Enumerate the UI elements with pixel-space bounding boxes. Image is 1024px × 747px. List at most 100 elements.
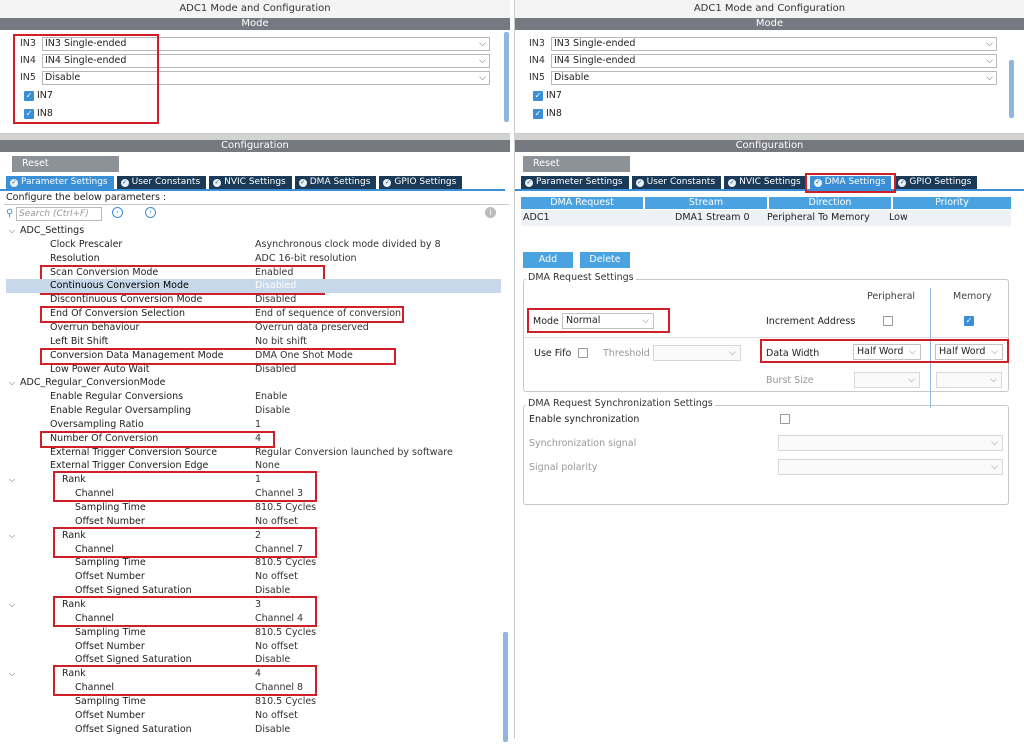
sync-signal-select[interactable]: ⌵ bbox=[778, 435, 1003, 451]
table-row[interactable]: ADC1 DMA1 Stream 0 Peripheral To Memory … bbox=[521, 210, 1011, 226]
parameter-row[interactable]: Enable Regular Oversampling Disable bbox=[0, 404, 505, 418]
peripheral-increment-checkbox[interactable] bbox=[883, 316, 893, 326]
add-button[interactable]: Add bbox=[523, 252, 573, 268]
parameter-row[interactable]: Sampling Time 810.5 Cycles bbox=[0, 626, 505, 640]
column-header[interactable]: Direction bbox=[769, 197, 891, 209]
parameter-row[interactable]: Sampling Time 810.5 Cycles bbox=[0, 501, 505, 515]
chevron-down-icon[interactable]: ⌵ bbox=[9, 473, 15, 487]
tab-nvic-settings[interactable]: ✓ NVIC Settings bbox=[209, 176, 292, 189]
tab-dma-settings[interactable]: ✓ DMA Settings bbox=[294, 176, 377, 189]
parameter-label: Sampling Time bbox=[75, 626, 146, 638]
check-circle-icon: ✓ bbox=[525, 179, 533, 187]
tab-label: GPIO Settings bbox=[909, 177, 972, 187]
parameter-row[interactable]: Continuous Conversion Mode Disabled bbox=[0, 279, 505, 293]
peripheral-burst-select[interactable]: ⌵ bbox=[854, 372, 920, 388]
parameter-value: 810.5 Cycles bbox=[255, 626, 317, 638]
parameter-value: Disable bbox=[255, 723, 291, 735]
column-header[interactable]: Stream bbox=[645, 197, 767, 209]
parameter-value: Channel 7 bbox=[255, 543, 304, 555]
parameter-value: No offset bbox=[255, 571, 298, 583]
enable-sync-label: Enable synchronization bbox=[529, 414, 640, 425]
select-value: Disable bbox=[554, 71, 590, 83]
mode-scrollbar[interactable] bbox=[1009, 60, 1014, 118]
tab-nvic-settings[interactable]: ✓ NVIC Settings bbox=[724, 176, 807, 189]
chevron-down-icon[interactable]: ⌵ bbox=[9, 598, 15, 612]
check-circle-icon: ✓ bbox=[898, 179, 907, 187]
parameter-row[interactable]: External Trigger Conversion Source Regula… bbox=[0, 446, 505, 460]
parameter-label: Offset Signed Saturation bbox=[75, 723, 192, 735]
memory-increment-checkbox[interactable]: ✓ bbox=[964, 316, 974, 326]
select-value: IN3 Single-ended bbox=[554, 37, 636, 49]
tab-user-constants[interactable]: ✓ User Constants bbox=[116, 176, 207, 189]
parameter-row[interactable]: Offset Signed Saturation Disable bbox=[0, 723, 505, 737]
tab-parameter-settings[interactable]: ✓ Parameter Settings bbox=[521, 176, 629, 189]
search-input[interactable]: Search (Ctrl+F) bbox=[16, 207, 102, 221]
mode-scrollbar[interactable] bbox=[504, 32, 509, 122]
enable-sync-checkbox[interactable] bbox=[780, 414, 790, 424]
parameter-label: Low Power Auto Wait bbox=[50, 363, 150, 375]
parameter-row[interactable]: Channel Channel 8 bbox=[0, 681, 505, 695]
parameter-label: ADC_Regular_ConversionMode bbox=[20, 377, 166, 389]
parameter-label: Channel bbox=[75, 612, 115, 624]
left-panel: ADC1 Mode and Configuration Mode IN3 IN3… bbox=[0, 0, 510, 742]
signal-polarity-label: Signal polarity bbox=[529, 462, 598, 473]
parameter-row[interactable]: Channel Channel 7 bbox=[0, 543, 505, 557]
parameter-row[interactable]: Offset Number No offset bbox=[0, 709, 505, 723]
threshold-select[interactable]: ⌵ bbox=[653, 345, 741, 361]
tab-underline bbox=[0, 189, 505, 191]
parameter-label: Enable Regular Conversions bbox=[50, 391, 184, 403]
in8-checkbox-row[interactable]: ✓ IN8 bbox=[533, 108, 562, 119]
check-circle-icon: ✓ bbox=[120, 179, 129, 187]
column-header[interactable]: Priority bbox=[893, 197, 1011, 209]
config-scrollbar[interactable] bbox=[503, 632, 508, 742]
in3-select[interactable]: IN3 Single-ended ⌵ bbox=[551, 36, 997, 51]
parameter-row[interactable]: Overrun behaviour Overrun data preserved bbox=[0, 321, 505, 335]
in4-select[interactable]: IN4 Single-ended ⌵ bbox=[551, 53, 997, 68]
delete-button[interactable]: Delete bbox=[580, 252, 630, 268]
parameter-row[interactable]: Enable Regular Conversions Enable bbox=[0, 390, 505, 404]
parameter-row[interactable]: Offset Number No offset bbox=[0, 640, 505, 654]
mode-label: IN5 bbox=[529, 72, 545, 83]
tab-parameter-settings[interactable]: ✓ Parameter Settings bbox=[6, 176, 114, 189]
search-next-icon[interactable]: › bbox=[145, 207, 156, 218]
check-circle-icon: ✓ bbox=[383, 179, 392, 187]
parameter-row[interactable]: Low Power Auto Wait Disabled bbox=[0, 363, 505, 377]
parameter-value: Overrun data preserved bbox=[255, 321, 369, 333]
tab-bar: ✓ Parameter Settings ✓ User Constants ✓ NVI… bbox=[521, 176, 980, 189]
memory-burst-select[interactable]: ⌵ bbox=[936, 372, 1002, 388]
parameter-row[interactable]: Sampling Time 810.5 Cycles bbox=[0, 695, 505, 709]
mode-header: Mode bbox=[0, 18, 510, 30]
parameter-row[interactable]: Channel Channel 3 bbox=[0, 487, 505, 501]
group-row[interactable]: ⌵ ADC_Regular_ConversionMode bbox=[0, 376, 505, 390]
in7-checkbox-row[interactable]: ✓ IN7 bbox=[533, 90, 562, 101]
tab-gpio-settings[interactable]: ✓ GPIO Settings bbox=[894, 176, 978, 189]
column-header[interactable]: DMA Request bbox=[521, 197, 643, 209]
reset-configuration-button[interactable]: Reset Configuration bbox=[12, 156, 119, 185]
group-row[interactable]: ⌵ ADC_Settings bbox=[0, 224, 505, 238]
parameter-label: Sampling Time bbox=[75, 557, 146, 569]
parameter-label: Offset Number bbox=[75, 571, 145, 583]
parameter-row[interactable]: Offset Number No offset bbox=[0, 570, 505, 584]
use-fifo-checkbox[interactable] bbox=[578, 348, 588, 358]
parameter-row[interactable]: Sampling Time 810.5 Cycles bbox=[0, 556, 505, 570]
memory-header: Memory bbox=[953, 291, 992, 302]
chevron-down-icon[interactable]: ⌵ bbox=[9, 667, 15, 681]
tab-gpio-settings[interactable]: ✓ GPIO Settings bbox=[379, 176, 463, 189]
chevron-down-icon: ⌵ bbox=[908, 375, 915, 385]
signal-polarity-select[interactable]: ⌵ bbox=[778, 459, 1003, 475]
parameter-label: Sampling Time bbox=[75, 502, 146, 513]
chevron-down-icon[interactable]: ⌵ bbox=[9, 529, 15, 543]
reset-configuration-button[interactable]: Reset Configuration bbox=[523, 156, 630, 185]
check-icon[interactable]: ✓ bbox=[533, 90, 543, 101]
chevron-down-icon[interactable]: ⌵ bbox=[9, 224, 15, 238]
parameter-row[interactable]: Channel Channel 4 bbox=[0, 612, 505, 626]
check-icon[interactable]: ✓ bbox=[533, 108, 543, 119]
tab-user-constants[interactable]: ✓ User Constants bbox=[631, 176, 722, 189]
search-previous-icon[interactable]: ‹ bbox=[112, 207, 123, 218]
chevron-down-icon[interactable]: ⌵ bbox=[9, 376, 15, 390]
parameter-row[interactable]: Clock Prescaler Asynchronous clock mode d… bbox=[0, 238, 505, 252]
in5-select[interactable]: Disable ⌵ bbox=[551, 70, 997, 85]
increment-address-label: Increment Address bbox=[766, 316, 856, 327]
config-header: Configuration bbox=[515, 140, 1024, 152]
chevron-down-icon: ⌵ bbox=[991, 462, 998, 472]
